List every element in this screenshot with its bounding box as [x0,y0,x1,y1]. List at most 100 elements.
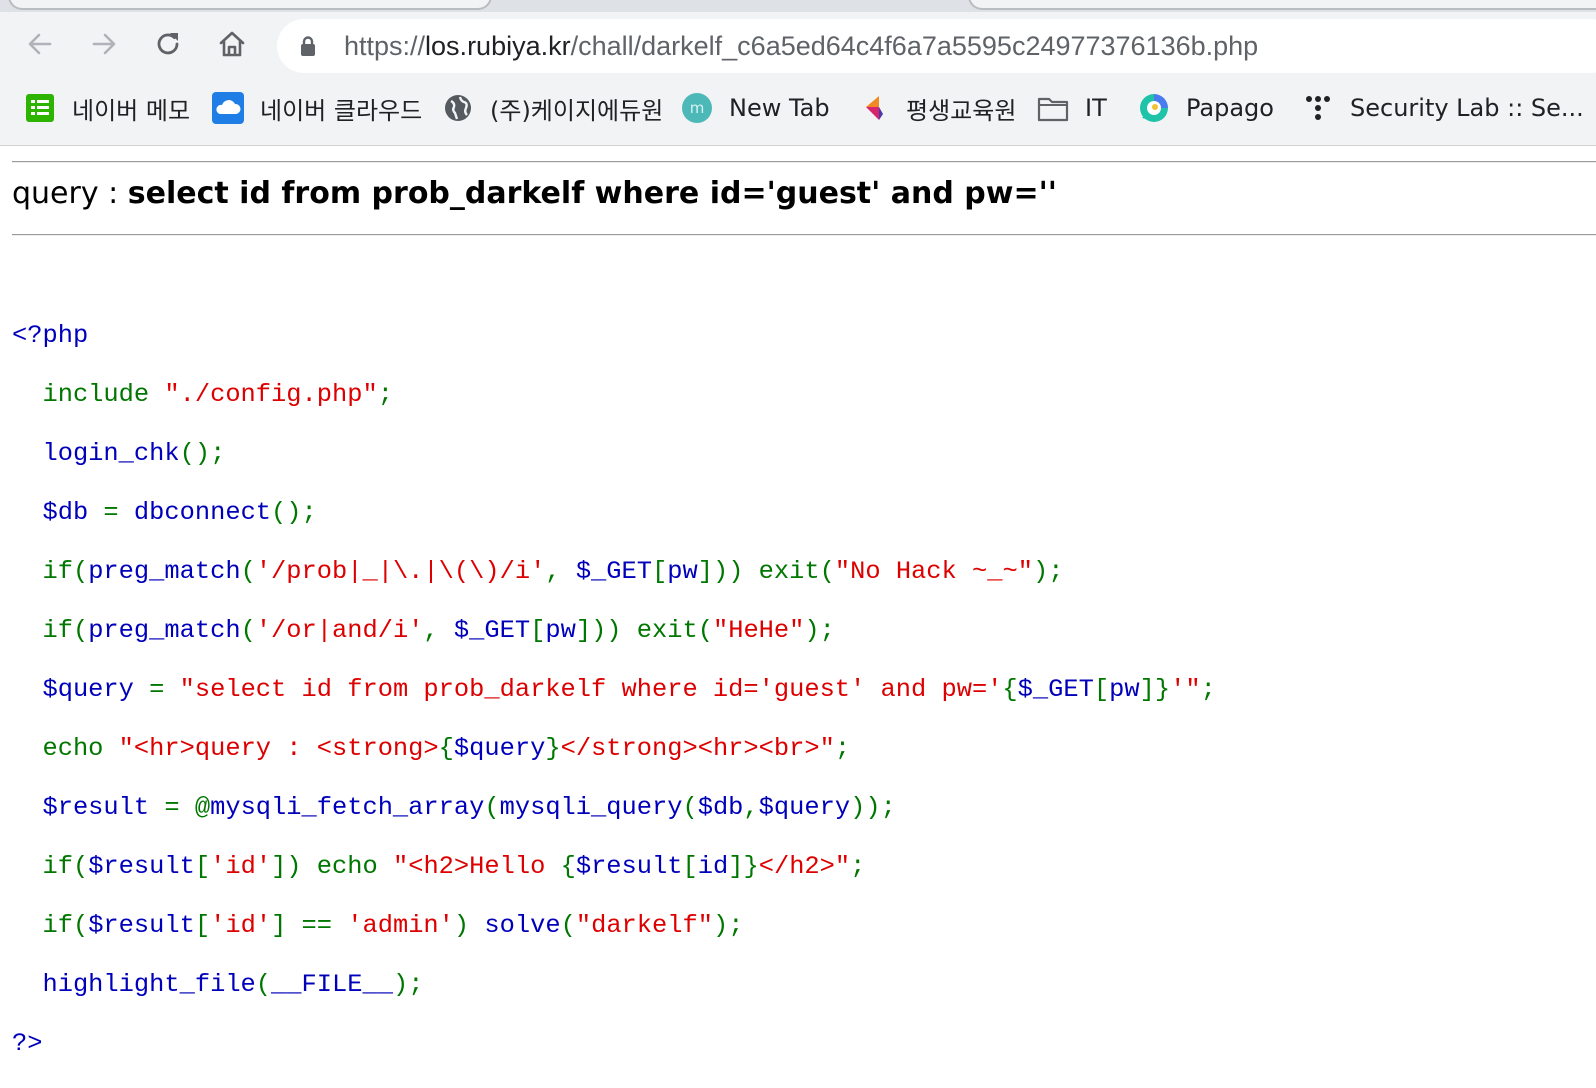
code-token: ) [453,910,485,940]
code-line: if(preg_match('/prob|_|\.|\(\)/i', $_GET… [12,557,1216,587]
bookmark-new-tab[interactable]: m New Tab [681,80,830,136]
lock-icon[interactable] [297,35,319,57]
globe-icon [442,92,474,124]
code-token: [ [652,556,668,586]
code-token: , [423,615,454,645]
horizontal-rule-top [12,161,1596,163]
browser-chrome: https://los.rubiya.kr/chall/darkelf_c6a5… [0,0,1596,146]
code-token: dbconnect [133,497,272,527]
code-token: ]) echo [271,851,393,881]
bookmark-label: IT [1085,94,1107,122]
code-token: = [149,674,180,704]
code-token: $query [758,792,851,822]
code-token: ?> [12,1028,43,1058]
code-token: echo [12,733,119,763]
home-button[interactable] [214,26,250,62]
bookmark-papago[interactable]: Papago [1138,80,1274,136]
code-line: login_chk(); [12,439,1216,469]
code-token: = @ [164,792,211,822]
code-token: { [560,851,576,881]
code-token: if( [12,851,89,881]
bookmark-label: 네이버 메모 [72,96,191,125]
arrow-right-icon [92,33,116,55]
code-line: $result = @mysqli_fetch_array(mysqli_que… [12,793,1216,823]
browser-toolbar: https://los.rubiya.kr/chall/darkelf_c6a5… [0,12,1596,80]
code-line: $db = dbconnect(); [12,498,1216,528]
code-token: $db [12,497,104,527]
code-token: "No Hack ~_~" [834,556,1033,586]
url-host: los.rubiya.kr [425,31,571,61]
code-token: 'id' [210,910,272,940]
code-token: ( [682,792,698,822]
code-token: ; [834,733,851,763]
code-token: "./config.php" [164,379,378,409]
code-token: { [438,733,454,763]
code-token: $query [12,674,150,704]
code-token: ); [804,615,835,645]
code-token: preg_match [88,615,241,645]
code-token: { [1002,674,1018,704]
forward-button[interactable] [86,26,122,62]
query-text: select id from prob_darkelf where id='gu… [127,176,1057,211]
code-token: if( [12,910,89,940]
code-token: $db [697,792,744,822]
bookmark-lifelong-edu[interactable]: 평생교육원 [858,80,1016,136]
code-token: ] == [271,910,348,940]
code-token: ); [392,969,424,999]
papago-icon [1138,92,1170,124]
code-token: ; [377,379,393,409]
bookmark-label: 평생교육원 [906,96,1017,125]
back-button[interactable] [22,26,58,62]
code-token: '" [1170,674,1201,704]
code-line: ?> [12,1029,1216,1059]
code-token: </h2>" [758,851,851,881]
reload-button[interactable] [150,26,186,62]
code-line: if($result['id'] == 'admin') solve("dark… [12,911,1216,941]
bookmark-security-lab[interactable]: Security Lab :: Se... [1302,80,1584,136]
naver-memo-icon [24,92,56,124]
query-display: query : select id from prob_darkelf wher… [12,176,1057,211]
code-token: = [103,497,134,527]
code-line: highlight_file(__FILE__); [12,970,1216,1000]
address-bar[interactable]: https://los.rubiya.kr/chall/darkelf_c6a5… [277,19,1596,73]
code-token: __FILE__ [271,969,393,999]
code-token: $_GET [1017,674,1094,704]
code-token: ( [240,615,256,645]
bookmark-folder-it[interactable]: IT [1037,80,1107,136]
code-token: "select id from prob_darkelf where id='g… [179,674,1003,704]
url-text[interactable]: https://los.rubiya.kr/chall/darkelf_c6a5… [344,19,1258,73]
code-token: )); [850,792,896,822]
code-token: highlight_file [12,969,256,999]
code-line: if($result['id']) echo "<h2>Hello {$resu… [12,852,1216,882]
code-token: ]} [728,851,759,881]
code-token: '/prob|_|\.|\(\)/i' [255,556,546,586]
reload-icon [157,33,179,55]
code-line: include "./config.php"; [12,380,1216,410]
bookmark-naver-cloud[interactable]: 네이버 클라우드 [212,80,422,136]
query-label: query : [12,176,128,211]
url-scheme: https:// [344,31,426,61]
bookmark-label: 네이버 클라우드 [260,96,423,125]
code-line: if(preg_match('/or|and/i', $_GET[pw])) e… [12,616,1216,646]
browser-tab-active[interactable] [8,0,492,10]
code-line: echo "<hr>query : <strong>{$query}</stro… [12,734,1216,764]
code-token: $query [453,733,546,763]
code-token: solve [484,910,561,940]
home-icon [219,31,245,57]
bookmark-label: (주)케이지에듀원 [490,96,664,125]
code-token: [ [194,910,211,940]
code-token: [ [682,851,698,881]
bookmark-naver-memo[interactable]: 네이버 메모 [24,80,190,136]
code-token: ]} [1139,674,1171,704]
code-token: 'id' [210,851,272,881]
bookmark-kgeduone[interactable]: (주)케이지에듀원 [442,80,663,136]
code-token: $result [88,851,195,881]
horizontal-rule-bottom [12,234,1596,236]
code-token: <?php [12,320,89,350]
code-token: $_GET [453,615,531,645]
bookmark-label: Security Lab :: Se... [1350,94,1584,122]
security-lab-icon [1302,92,1334,124]
code-token: , [743,792,759,822]
browser-tab[interactable] [968,0,1596,10]
code-token: 'admin' [347,910,454,940]
